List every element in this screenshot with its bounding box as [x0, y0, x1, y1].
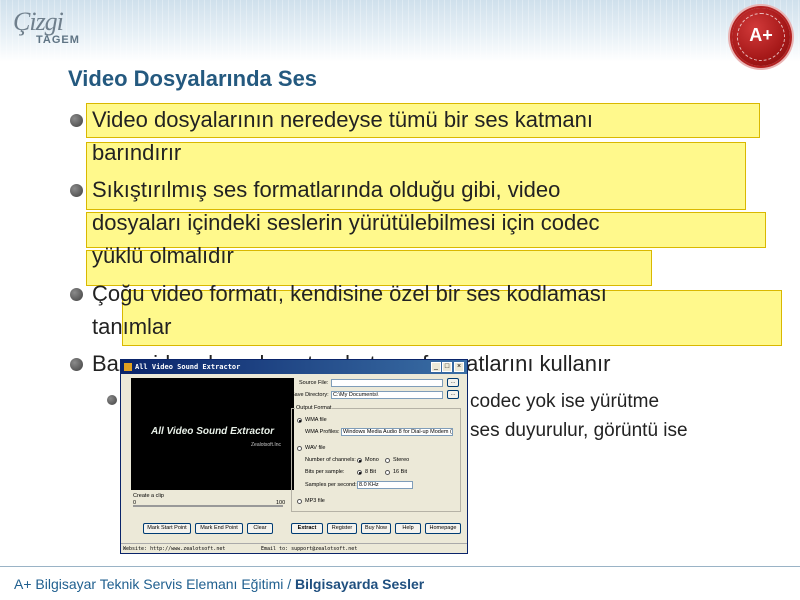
save-dir-label: Save Directory:: [291, 392, 329, 398]
window-title: All Video Sound Extractor: [121, 360, 467, 374]
output-format-label: Output Format: [295, 405, 333, 411]
clear-button[interactable]: Clear: [247, 523, 273, 534]
mp3-label: MP3 file: [305, 498, 325, 504]
mark-start-button[interactable]: Mark Start Point: [143, 523, 191, 534]
samples-label: Samples per second:: [305, 482, 357, 488]
source-file-input[interactable]: [331, 379, 443, 387]
bullet-icon: [70, 114, 83, 127]
save-dir-input[interactable]: C:\My Documents\: [331, 391, 443, 399]
bullet-text: yüklü olmalıdır: [92, 243, 234, 268]
bullet-text: Sıkıştırılmış ses formatlarında olduğu g…: [92, 177, 561, 202]
bullet-icon: [70, 184, 83, 197]
maximize-button[interactable]: □: [442, 362, 452, 372]
bit8-radio[interactable]: [357, 470, 362, 475]
minimize-button[interactable]: _: [431, 362, 441, 372]
status-email: Email to: support@zealotsoft.net: [261, 546, 358, 552]
bullet-text: barındırır: [92, 140, 182, 165]
slide-title: Video Dosyalarında Ses: [68, 66, 318, 91]
footer: A+ Bilgisayar Teknik Servis Elemanı Eğit…: [14, 576, 424, 592]
help-button[interactable]: Help: [395, 523, 421, 534]
sub-bullet-text: codec yok ise yürütme: [470, 391, 660, 412]
mono-label: Mono: [365, 457, 379, 463]
channels-label: Number of channels:: [305, 457, 356, 463]
header-texture: [0, 0, 800, 62]
logo-subtitle: TAGEM: [36, 34, 80, 46]
extract-button[interactable]: Extract: [291, 523, 323, 534]
bullet-text: Çoğu video formatı, kendisine özel bir s…: [92, 281, 607, 306]
footer-course: A+ Bilgisayar Teknik Servis Elemanı Eğit…: [14, 576, 292, 592]
video-brand-sub: Zealotsoft.Inc: [250, 442, 281, 448]
bits-label: Bits per sample:: [305, 469, 345, 475]
app-icon: [124, 363, 132, 371]
bullet-icon: [70, 288, 83, 301]
stereo-radio[interactable]: [385, 458, 390, 463]
footer-chapter: Bilgisayarda Sesler: [295, 576, 425, 592]
homepage-button[interactable]: Homepage: [425, 523, 461, 534]
video-preview: All Video Sound Extractor Zealotsoft.Inc: [131, 378, 294, 490]
wma-radio[interactable]: [297, 418, 302, 423]
status-bar: Website: http://www.zealotsoft.net Email…: [121, 543, 467, 553]
bit16-label: 16 Bit: [393, 469, 408, 475]
buy-now-button[interactable]: Buy Now: [361, 523, 391, 534]
stereo-label: Stereo: [393, 457, 410, 463]
bullet-text: tanımlar: [92, 314, 172, 339]
source-file-label: Source File:: [299, 380, 329, 386]
clip-slider[interactable]: [133, 505, 283, 507]
cizgi-logo: Çizgi: [13, 7, 64, 36]
status-website: Website: http://www.zealotsoft.net: [123, 546, 226, 552]
app-window: All Video Sound Extractor _ □ × All Vide…: [120, 359, 468, 554]
sub-bullet-icon: [107, 395, 117, 405]
mono-radio[interactable]: [357, 458, 362, 463]
wma-profiles-label: WMA Profiles:: [305, 429, 340, 435]
register-button[interactable]: Register: [327, 523, 357, 534]
mark-end-button[interactable]: Mark End Point: [195, 523, 243, 534]
browse-dir-button[interactable]: ...: [447, 390, 459, 399]
mp3-radio[interactable]: [297, 499, 302, 504]
bullet-icon: [70, 358, 83, 371]
wav-label: WAV file: [305, 445, 326, 451]
clip-label: Create a clip: [133, 493, 164, 499]
wma-label: WMA file: [305, 417, 327, 423]
bullet-text: dosyaları içindeki seslerin yürütülebilm…: [92, 210, 600, 235]
sub-bullet-text: ses duyurulur, görüntü ise: [470, 420, 688, 441]
footer-divider: [0, 566, 800, 567]
video-brand-title: All Video Sound Extractor: [151, 426, 274, 437]
samples-select[interactable]: 8.0 KHz: [357, 481, 413, 489]
bullet-text: Video dosyalarının neredeyse tümü bir se…: [92, 107, 593, 132]
bit8-label: 8 Bit: [365, 469, 377, 475]
bit16-radio[interactable]: [385, 470, 390, 475]
wav-radio[interactable]: [297, 446, 302, 451]
wma-profile-select[interactable]: Windows Media Audio 8 for Dial-up Modem …: [341, 428, 453, 436]
browse-source-button[interactable]: ...: [447, 378, 459, 387]
close-button[interactable]: ×: [454, 362, 464, 372]
a-plus-seal-icon: A+: [732, 8, 790, 66]
seal-text: A+: [749, 25, 773, 45]
